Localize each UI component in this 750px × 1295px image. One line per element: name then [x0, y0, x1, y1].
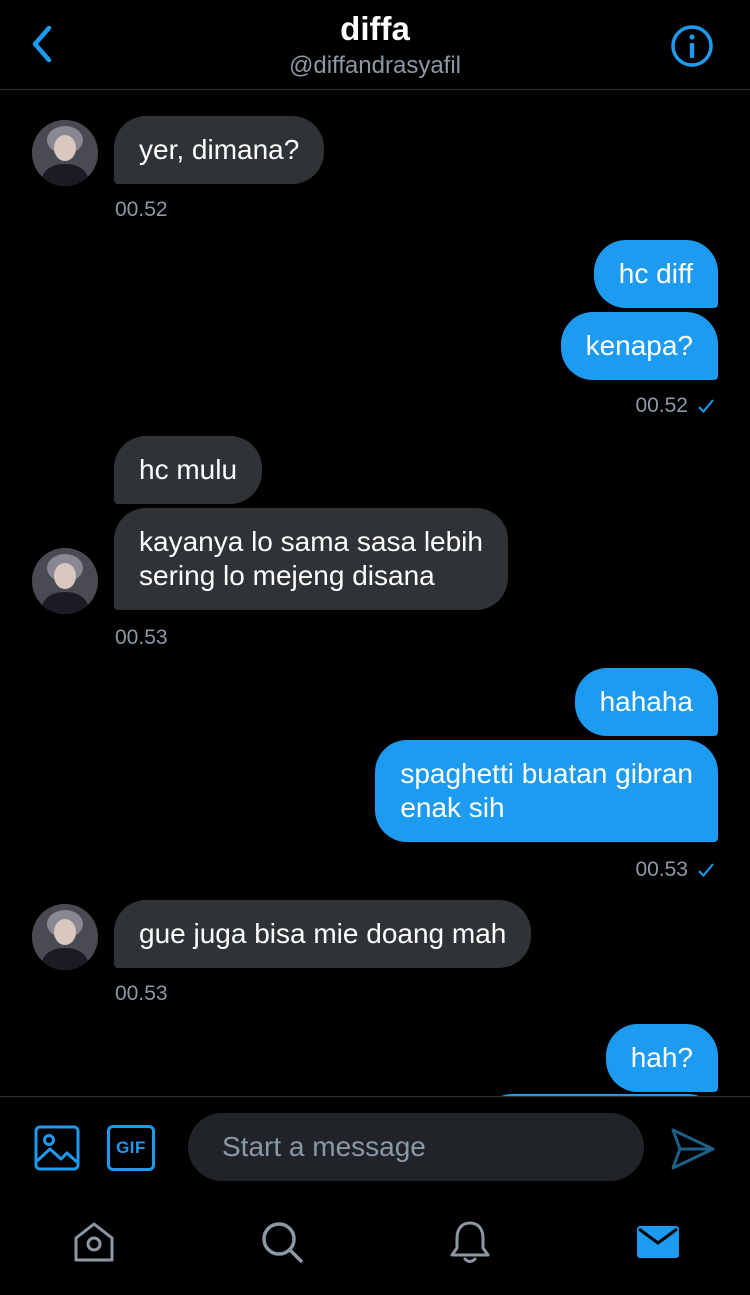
- message-timestamp: 00.53: [115, 626, 168, 649]
- avatar[interactable]: [32, 120, 98, 186]
- checkmark-icon: [698, 863, 714, 877]
- incoming-message[interactable]: yer, dimana?: [114, 116, 325, 184]
- tab-search[interactable]: [258, 1218, 306, 1266]
- message-composer: GIF: [0, 1096, 750, 1200]
- outgoing-message[interactable]: hc diff: [593, 240, 718, 308]
- conversation-header: diffa @diffandrasyafil: [0, 0, 750, 90]
- send-icon: [671, 1128, 715, 1170]
- message-timestamp: 00.53: [115, 982, 168, 1005]
- tab-messages[interactable]: [634, 1218, 682, 1266]
- outgoing-message[interactable]: hah?: [605, 1024, 718, 1092]
- incoming-message[interactable]: hc mulu: [114, 436, 263, 504]
- message-timestamp: 00.53: [635, 858, 688, 881]
- message-timestamp-row: 00.53: [635, 858, 714, 882]
- conversation-title[interactable]: diffa: [0, 10, 750, 48]
- incoming-message[interactable]: kayanya lo sama sasa lebih sering lo mej…: [114, 508, 508, 610]
- outgoing-message[interactable]: spaghetti buatan gibran enak sih: [375, 740, 718, 842]
- outgoing-message[interactable]: kenapa?: [560, 312, 718, 380]
- message-timestamp: 00.52: [635, 394, 688, 417]
- avatar-image-icon: [32, 120, 98, 186]
- outgoing-message[interactable]: hahaha: [574, 668, 718, 736]
- mail-icon: [637, 1226, 679, 1258]
- message-list[interactable]: yer, dimana? 00.52 hc diff kenapa? 00.52…: [0, 90, 750, 1096]
- message-input[interactable]: [188, 1113, 644, 1181]
- bottom-tab-bar: [0, 1200, 750, 1295]
- avatar-image-icon: [32, 904, 98, 970]
- image-icon: [34, 1125, 80, 1171]
- checkmark-icon: [698, 399, 714, 413]
- incoming-message[interactable]: gue juga bisa mie doang mah: [114, 900, 532, 968]
- avatar[interactable]: [32, 548, 98, 614]
- message-timestamp-row: 00.52: [635, 394, 714, 418]
- gif-icon-label: GIF: [116, 1138, 146, 1157]
- send-button[interactable]: [670, 1127, 716, 1176]
- bell-icon: [450, 1221, 490, 1263]
- conversation-handle[interactable]: @diffandrasyafil: [0, 52, 750, 80]
- message-timestamp: 00.52: [115, 198, 168, 221]
- avatar[interactable]: [32, 904, 98, 970]
- info-button[interactable]: [670, 24, 714, 68]
- search-icon: [262, 1222, 303, 1263]
- home-icon: [74, 1222, 114, 1262]
- gif-button[interactable]: GIF: [107, 1125, 155, 1171]
- tab-home[interactable]: [70, 1218, 118, 1266]
- avatar-image-icon: [32, 548, 98, 614]
- media-button[interactable]: [34, 1125, 80, 1176]
- tab-notifications[interactable]: [446, 1218, 494, 1266]
- info-icon: [671, 25, 713, 67]
